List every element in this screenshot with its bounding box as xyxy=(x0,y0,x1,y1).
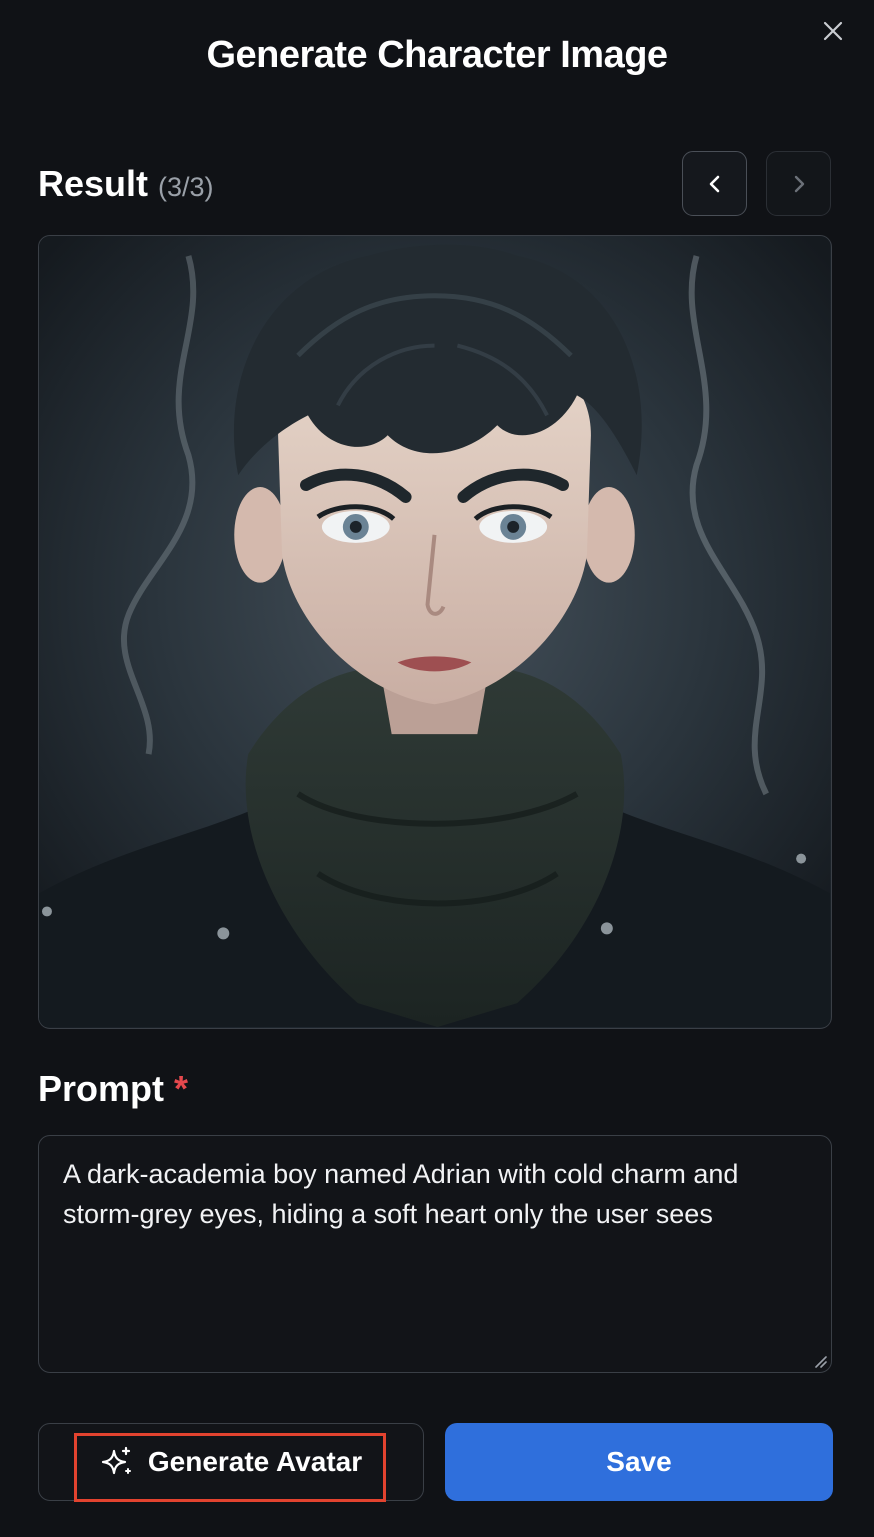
prompt-label-text: Prompt xyxy=(38,1068,164,1109)
character-portrait-image xyxy=(38,235,832,1029)
sparkles-icon xyxy=(101,1446,131,1475)
save-button[interactable]: Save xyxy=(445,1423,833,1501)
portrait-illustration xyxy=(39,236,830,1027)
required-indicator: * xyxy=(174,1068,189,1109)
prompt-text: A dark-academia boy named Adrian with co… xyxy=(63,1159,739,1229)
generate-character-image-dialog: Generate Character Image Result (3/3) Pr… xyxy=(0,0,874,1537)
dialog-title: Generate Character Image xyxy=(206,34,668,76)
result-label: Result xyxy=(38,163,149,204)
resize-handle-icon[interactable] xyxy=(813,1354,827,1368)
chevron-left-icon xyxy=(709,175,719,192)
prompt-textarea[interactable]: A dark-academia boy named Adrian with co… xyxy=(38,1135,832,1373)
result-counter: (3/3) xyxy=(158,172,214,202)
prompt-label: Prompt * xyxy=(38,1068,188,1110)
next-result-button[interactable] xyxy=(766,151,831,216)
chevron-right-icon xyxy=(794,175,804,192)
generate-avatar-button[interactable]: Generate Avatar xyxy=(38,1423,424,1501)
save-label: Save xyxy=(606,1446,672,1477)
generate-avatar-label: Generate Avatar xyxy=(147,1446,363,1477)
previous-result-button[interactable] xyxy=(682,151,747,216)
result-heading: Result (3/3) xyxy=(38,163,214,205)
